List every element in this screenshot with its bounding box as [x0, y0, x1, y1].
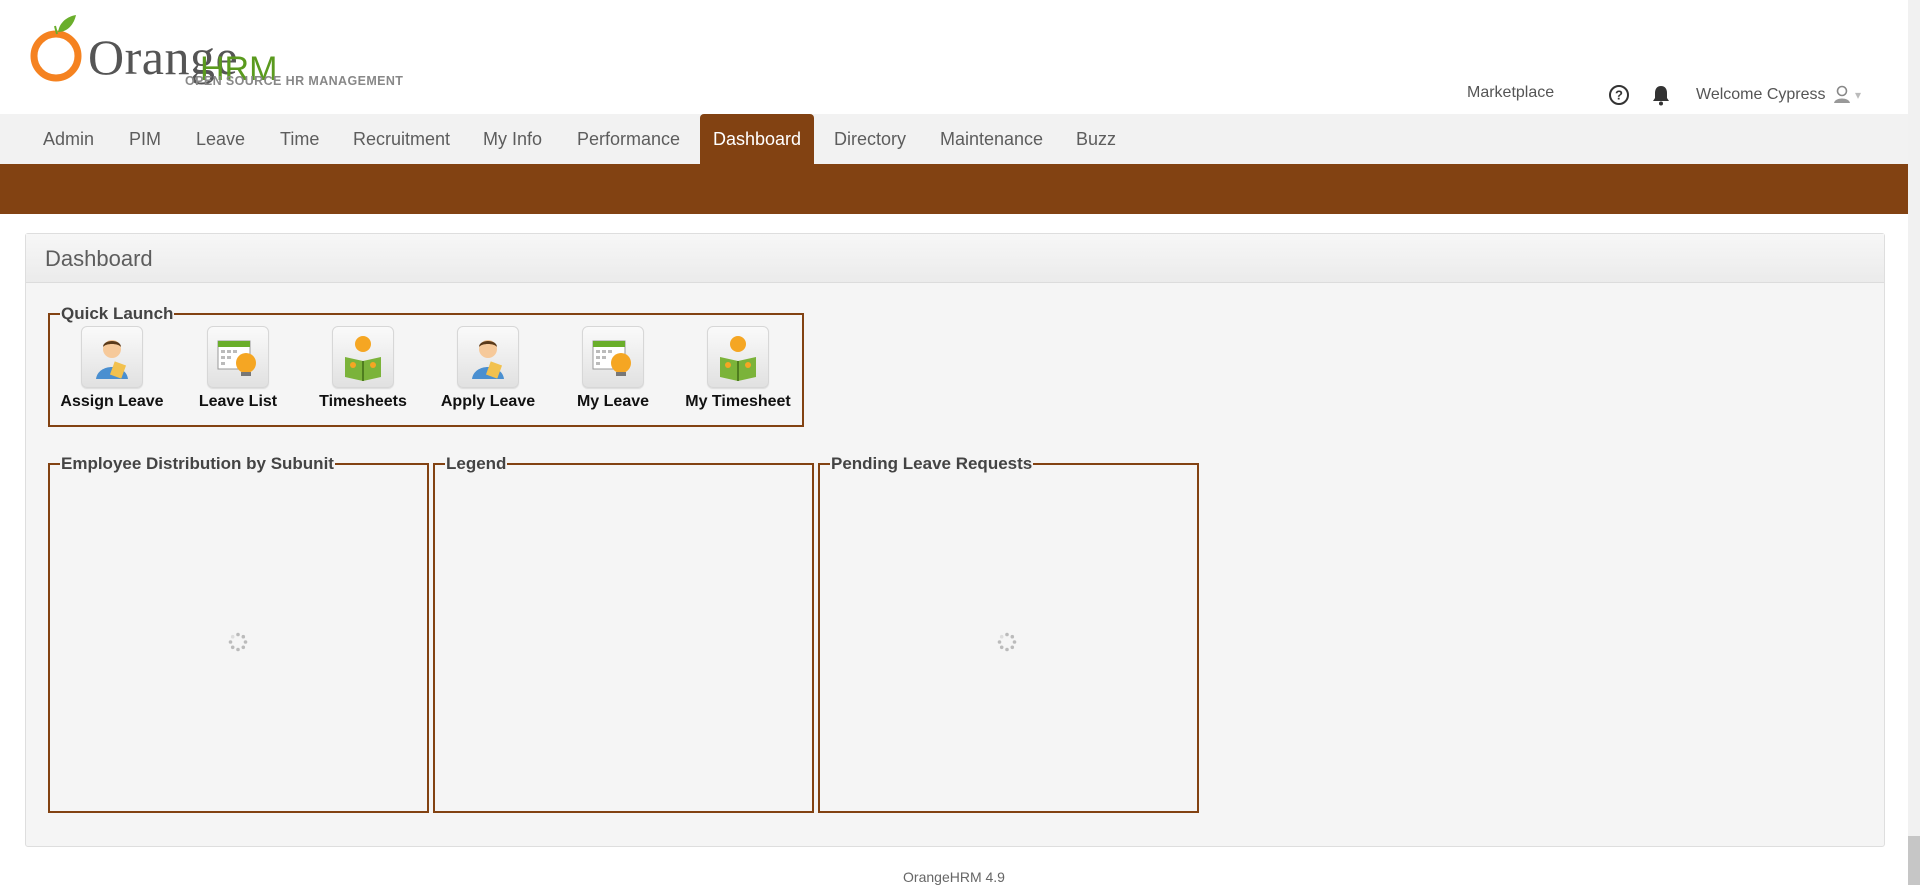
chevron-down-icon[interactable]: ▾: [1855, 88, 1861, 102]
logo-tagline: OPEN SOURCE HR MANAGEMENT: [185, 74, 404, 88]
dashboard-header: Dashboard: [26, 234, 1884, 283]
quick-launch-assign-leave[interactable]: Assign Leave: [49, 326, 175, 411]
quick-launch-apply-leave[interactable]: Apply Leave: [425, 326, 551, 411]
quick-launch-my-leave[interactable]: My Leave: [550, 326, 676, 411]
loading-spinner-icon: [228, 632, 248, 652]
menu-item-pim[interactable]: PIM: [116, 114, 174, 164]
user-avatar-icon[interactable]: [1832, 84, 1852, 104]
menu-item-leave[interactable]: Leave: [183, 114, 258, 164]
orangehrm-logo[interactable]: Orange HRM OPEN SOURCE HR MANAGEMENT: [28, 14, 403, 94]
person-book-icon: [332, 326, 394, 388]
menu-item-recruitment[interactable]: Recruitment: [340, 114, 463, 164]
help-icon[interactable]: ?: [1608, 84, 1630, 106]
menu-item-time[interactable]: Time: [267, 114, 332, 164]
scrollbar-thumb[interactable]: [1908, 836, 1920, 885]
employee-distribution-legend: Employee Distribution by Subunit: [61, 454, 334, 473]
person-document-icon: [457, 326, 519, 388]
quick-launch-label: Timesheets: [319, 393, 407, 410]
quick-launch-label: My Timesheet: [685, 393, 791, 410]
submenu-bar: [0, 164, 1908, 214]
quick-launch-legend: Quick Launch: [61, 304, 174, 323]
menu-item-maintenance[interactable]: Maintenance: [927, 114, 1056, 164]
person-book-icon: [707, 326, 769, 388]
welcome-user-link[interactable]: Welcome Cypress: [1696, 86, 1826, 104]
pending-leave-requests-legend: Pending Leave Requests: [831, 454, 1033, 473]
quick-launch-label: Assign Leave: [60, 393, 164, 410]
loading-spinner-icon: [997, 632, 1017, 652]
calendar-orange-icon: [207, 326, 269, 388]
menu-item-directory[interactable]: Directory: [821, 114, 919, 164]
footer-version: OrangeHRM 4.9: [903, 869, 1005, 885]
page-scrollbar[interactable]: [1908, 0, 1920, 885]
svg-text:?: ?: [1615, 88, 1623, 103]
quick-launch-label: My Leave: [576, 393, 650, 410]
quick-launch-label: Apply Leave: [440, 393, 536, 410]
page-title: Dashboard: [45, 246, 153, 271]
legend-panel-title: Legend: [446, 454, 507, 473]
orange-logo-icon: [30, 15, 82, 82]
quick-launch-my-timesheet[interactable]: My Timesheet: [675, 326, 801, 411]
legend-panel: Legend: [433, 455, 814, 813]
bell-icon[interactable]: [1650, 84, 1672, 106]
person-document-icon: [81, 326, 143, 388]
header: Orange HRM OPEN SOURCE HR MANAGEMENT Mar…: [0, 0, 1908, 114]
main-menu: Admin PIM Leave Time Recruitment My Info…: [0, 114, 1908, 164]
quick-launch-timesheets[interactable]: Timesheets: [300, 326, 426, 411]
menu-item-buzz[interactable]: Buzz: [1063, 114, 1129, 164]
menu-item-performance[interactable]: Performance: [564, 114, 693, 164]
menu-item-my-info[interactable]: My Info: [470, 114, 555, 164]
quick-launch-label: Leave List: [198, 393, 278, 410]
menu-item-dashboard[interactable]: Dashboard: [700, 114, 815, 164]
marketplace-link[interactable]: Marketplace: [1467, 84, 1554, 102]
calendar-orange-icon: [582, 326, 644, 388]
quick-launch-leave-list[interactable]: Leave List: [175, 326, 301, 411]
menu-item-admin[interactable]: Admin: [30, 114, 107, 164]
